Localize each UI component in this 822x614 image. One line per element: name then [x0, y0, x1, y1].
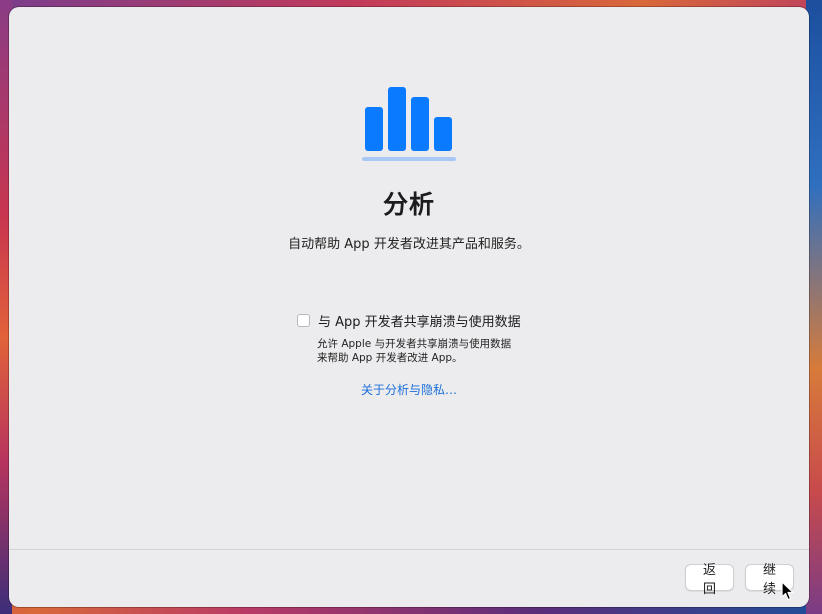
share-analytics-label[interactable]: 与 App 开发者共享崩溃与使用数据	[318, 311, 521, 330]
bar-chart-icon	[362, 87, 456, 161]
share-description-line-2: 来帮助 App 开发者改进 App。	[317, 352, 463, 364]
share-analytics-checkbox[interactable]	[297, 313, 310, 327]
back-button[interactable]: 返回	[685, 563, 734, 597]
share-analytics-option[interactable]: 与 App 开发者共享崩溃与使用数据	[297, 311, 521, 330]
page-subtitle: 自动帮助 App 开发者改进其产品和服务。	[288, 237, 530, 252]
share-description-line-1: 允许 Apple 与开发者共享崩溃与使用数据	[317, 338, 512, 350]
setup-assistant-window: 分析 自动帮助 App 开发者改进其产品和服务。 与 App 开发者共享崩溃与使…	[9, 7, 809, 607]
page-title: 分析	[382, 190, 435, 219]
share-analytics-description: 允许 Apple 与开发者共享崩溃与使用数据 来帮助 App 开发者改进 App…	[317, 337, 577, 365]
about-analytics-privacy-link[interactable]: 关于分析与隐私…	[9, 381, 809, 398]
mouse-pointer-icon	[781, 581, 794, 601]
footer-divider	[9, 549, 809, 550]
